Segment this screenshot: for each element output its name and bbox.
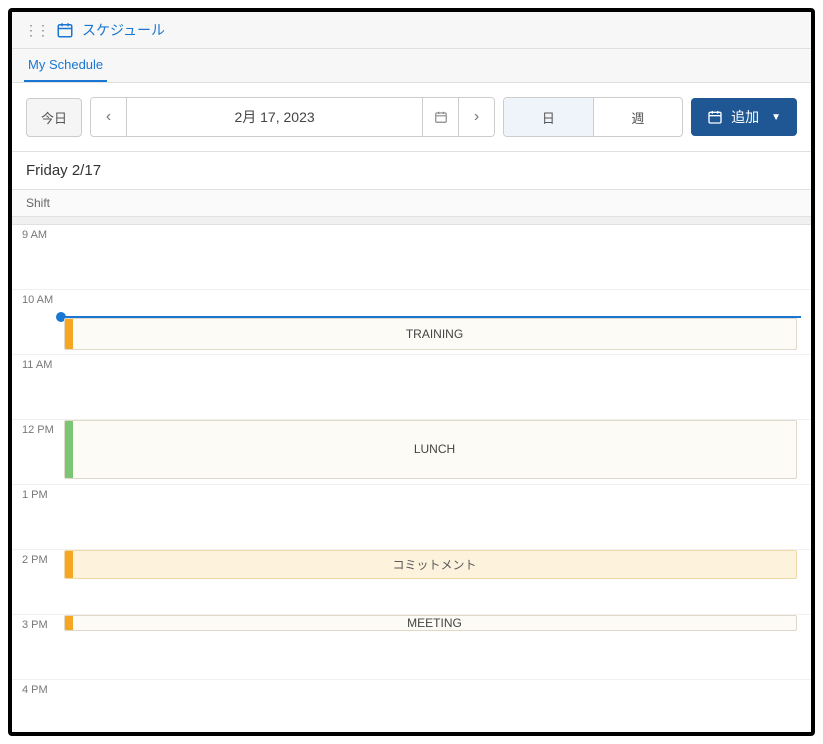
date-display[interactable]: 2月 17, 2023: [127, 98, 422, 136]
event-block[interactable]: MEETING: [64, 615, 797, 631]
hour-label: 1 PM: [22, 489, 48, 501]
event-title: LUNCH: [73, 438, 796, 460]
event-block[interactable]: LUNCH: [64, 420, 797, 479]
event-color-bar: [65, 616, 73, 630]
day-header: Friday 2/17: [12, 152, 811, 190]
event-title: TRAINING: [73, 323, 796, 345]
widget-header: ⋮⋮ スケジュール: [12, 12, 811, 49]
hour-label: 4 PM: [22, 684, 48, 696]
event-color-bar: [65, 421, 73, 478]
date-picker-button[interactable]: [422, 98, 458, 136]
today-button[interactable]: 今日: [26, 98, 82, 137]
view-week-button[interactable]: 週: [594, 98, 683, 136]
view-day-button[interactable]: 日: [504, 98, 594, 136]
calendar-icon: [434, 110, 448, 124]
date-nav-group: ‹ 2月 17, 2023 ›: [90, 97, 495, 137]
chevron-down-icon: ▼: [771, 112, 781, 123]
events-layer: TRAINING LUNCH コミットメント MEETING: [60, 225, 801, 732]
event-color-bar: [65, 319, 73, 350]
spacer: [12, 217, 811, 225]
add-button[interactable]: 追加 ▼: [691, 98, 797, 136]
view-toggle: 日 週: [503, 97, 683, 137]
hour-label: 3 PM: [22, 619, 48, 631]
time-grid[interactable]: 9 AM 10 AM 11 AM 12 PM 1 PM 2 PM 3 PM 4 PM TRAI…: [12, 225, 811, 732]
hour-label: 12 PM: [22, 424, 54, 436]
next-button[interactable]: ›: [458, 98, 494, 136]
tab-bar: My Schedule: [12, 49, 811, 83]
schedule-widget: ⋮⋮ スケジュール My Schedule 今日 ‹ 2月 17, 2023 ›…: [8, 8, 815, 736]
event-block[interactable]: TRAINING: [64, 318, 797, 351]
event-title: MEETING: [73, 615, 796, 631]
event-block[interactable]: コミットメント: [64, 550, 797, 579]
tab-my-schedule[interactable]: My Schedule: [24, 49, 107, 82]
event-color-bar: [65, 551, 73, 578]
hour-label: 2 PM: [22, 554, 48, 566]
prev-button[interactable]: ‹: [91, 98, 127, 136]
add-button-label: 追加: [731, 107, 759, 127]
hour-label: 10 AM: [22, 294, 53, 306]
hour-label: 11 AM: [22, 359, 52, 371]
calendar-add-icon: [707, 109, 723, 125]
drag-handle-icon[interactable]: ⋮⋮: [24, 22, 48, 39]
event-title: コミットメント: [73, 552, 796, 577]
widget-title: スケジュール: [82, 20, 165, 40]
shift-header: Shift: [12, 190, 811, 217]
calendar-icon: [56, 21, 74, 39]
toolbar: 今日 ‹ 2月 17, 2023 › 日 週 追加 ▼: [12, 83, 811, 152]
hour-label: 9 AM: [22, 229, 47, 241]
